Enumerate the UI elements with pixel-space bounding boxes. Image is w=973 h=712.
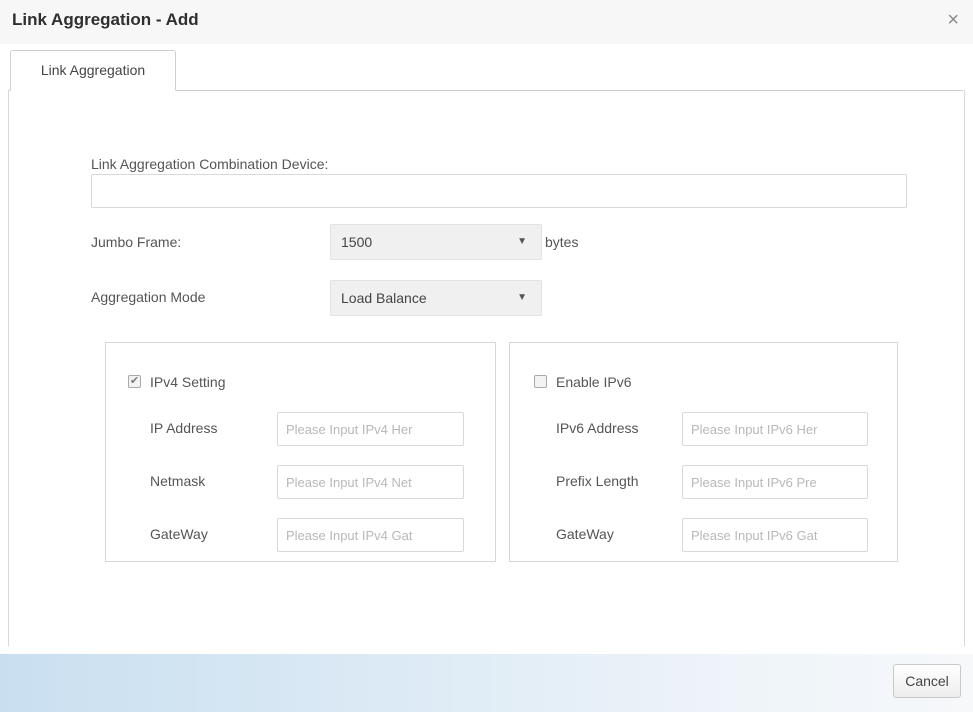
ipv4-netmask-input[interactable] bbox=[277, 465, 464, 499]
cancel-button[interactable]: Cancel bbox=[893, 664, 961, 698]
chevron-down-icon: ▼ bbox=[517, 236, 527, 247]
ipv4-ip-address-label: IP Address bbox=[150, 420, 218, 436]
ipv6-prefix-length-input[interactable] bbox=[682, 465, 868, 499]
combination-device-input[interactable] bbox=[91, 174, 907, 208]
ipv4-ip-address-input[interactable] bbox=[277, 412, 464, 446]
close-icon[interactable]: × bbox=[947, 10, 959, 30]
ipv6-address-input[interactable] bbox=[682, 412, 868, 446]
ipv4-netmask-label: Netmask bbox=[150, 473, 206, 489]
combination-device-label: Link Aggregation Combination Device: bbox=[91, 156, 329, 172]
ipv6-prefix-length-label: Prefix Length bbox=[556, 473, 639, 489]
jumbo-frame-value: 1500 bbox=[341, 234, 373, 250]
tab-link-aggregation[interactable]: Link Aggregation bbox=[10, 50, 176, 91]
jumbo-frame-label: Jumbo Frame: bbox=[91, 234, 182, 250]
aggregation-mode-label: Aggregation Mode bbox=[91, 289, 206, 305]
ipv4-settings-group: ✔ IPv4 Setting IP Address Netmask GateWa… bbox=[105, 342, 496, 562]
chevron-down-icon: ▼ bbox=[517, 292, 527, 303]
ipv6-address-label: IPv6 Address bbox=[556, 420, 639, 436]
checkmark-icon: ✔ bbox=[129, 375, 140, 387]
ipv4-setting-checkbox[interactable]: ✔ bbox=[128, 375, 141, 388]
dialog-footer: Cancel bbox=[0, 654, 973, 712]
tab-panel: Link Aggregation Combination Device: Jum… bbox=[8, 90, 965, 646]
ipv6-gateway-input[interactable] bbox=[682, 518, 868, 552]
tab-strip: Link Aggregation bbox=[8, 50, 963, 91]
aggregation-mode-value: Load Balance bbox=[341, 290, 427, 306]
ipv4-gateway-label: GateWay bbox=[150, 526, 208, 542]
jumbo-frame-select[interactable]: 1500 ▼ bbox=[330, 224, 542, 260]
enable-ipv6-checkbox[interactable] bbox=[534, 375, 547, 388]
ipv6-gateway-label: GateWay bbox=[556, 526, 614, 542]
ipv4-gateway-input[interactable] bbox=[277, 518, 464, 552]
aggregation-mode-select[interactable]: Load Balance ▼ bbox=[330, 280, 542, 316]
dialog-title: Link Aggregation - Add bbox=[12, 10, 199, 29]
jumbo-frame-unit: bytes bbox=[545, 234, 579, 250]
dialog-titlebar: Link Aggregation - Add × bbox=[0, 0, 973, 44]
enable-ipv6-label: Enable IPv6 bbox=[556, 374, 632, 390]
ipv6-settings-group: Enable IPv6 IPv6 Address Prefix Length G… bbox=[509, 342, 898, 562]
ipv4-setting-label: IPv4 Setting bbox=[150, 374, 226, 390]
